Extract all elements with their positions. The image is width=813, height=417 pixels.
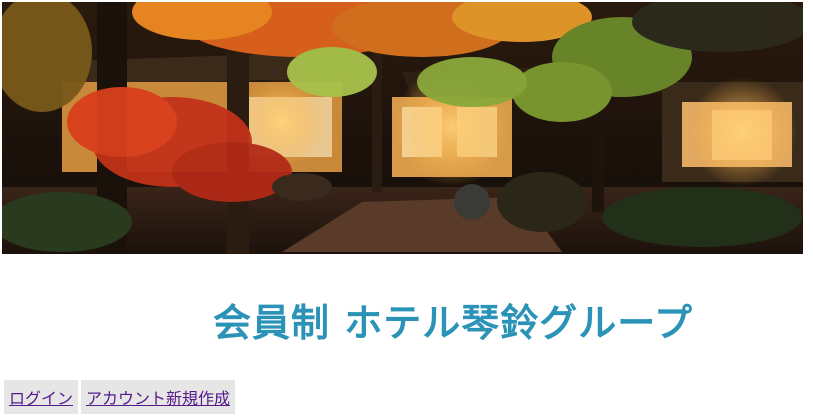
login-link[interactable]: ログイン <box>9 385 73 409</box>
page: 会員制 ホテル琴鈴グループ ログイン アカウント新規作成 <box>0 0 813 417</box>
nav-item-register: アカウント新規作成 <box>81 380 236 414</box>
banner-image <box>2 2 803 254</box>
create-account-link[interactable]: アカウント新規作成 <box>86 385 230 409</box>
site-title: 会員制 ホテル琴鈴グループ <box>213 300 693 345</box>
account-nav: ログイン アカウント新規作成 <box>4 380 236 414</box>
nav-item-login: ログイン <box>4 380 79 414</box>
